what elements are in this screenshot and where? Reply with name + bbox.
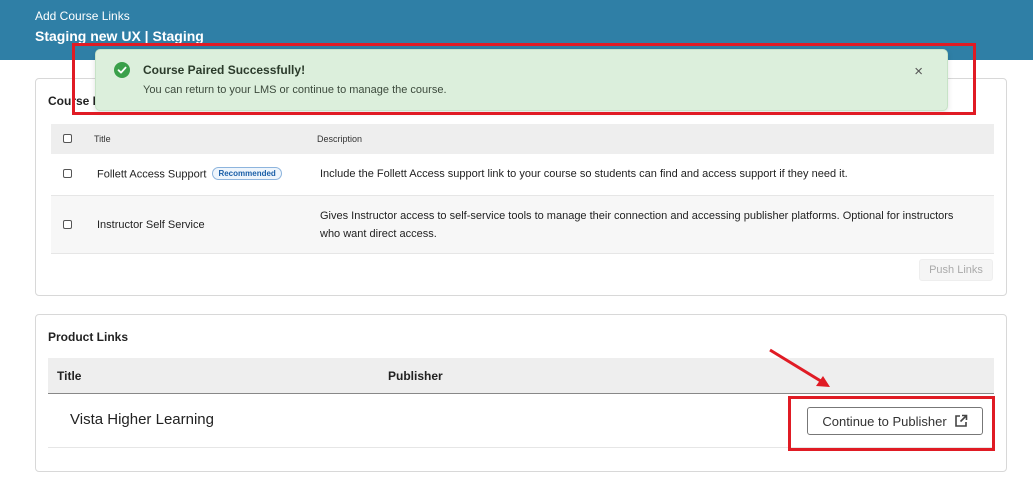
row-title: Instructor Self Service: [97, 219, 205, 231]
row-checkbox-instructor-self-service[interactable]: [63, 220, 72, 229]
row-title: Follett Access Support Recommended: [97, 167, 282, 181]
column-header-publisher: Publisher: [388, 369, 443, 383]
row-checkbox-follett-access-support[interactable]: [63, 169, 72, 178]
column-header-title: Title: [57, 369, 82, 383]
course-links-table-header: Title Description: [51, 124, 994, 154]
annotation-arrow: [769, 348, 830, 387]
table-row: Follett Access Support Recommended Includ…: [51, 154, 994, 196]
push-links-button[interactable]: Push Links: [919, 259, 993, 281]
row-title-text: Follett Access Support: [97, 168, 207, 181]
column-header-title: Title: [94, 134, 111, 144]
header-title: Staging new UX | Staging: [35, 28, 204, 44]
product-title: Vista Higher Learning: [70, 411, 214, 428]
product-links-title: Product Links: [48, 330, 129, 344]
row-description: Gives Instructor access to self-service …: [320, 210, 954, 240]
select-all-checkbox[interactable]: [63, 134, 72, 143]
table-row: Instructor Self Service Gives Instructor…: [51, 196, 994, 254]
recommended-badge: Recommended: [212, 167, 282, 180]
annotation-box-button: [788, 396, 995, 451]
column-header-description: Description: [317, 134, 363, 144]
product-links-table-header: Title Publisher: [48, 358, 994, 394]
row-description: Include the Follett Access support link …: [320, 168, 848, 180]
course-links-table: Title Description Follett Access Support…: [51, 124, 994, 254]
header-subtitle: Add Course Links: [35, 9, 130, 23]
annotation-box-toast: [72, 43, 976, 115]
